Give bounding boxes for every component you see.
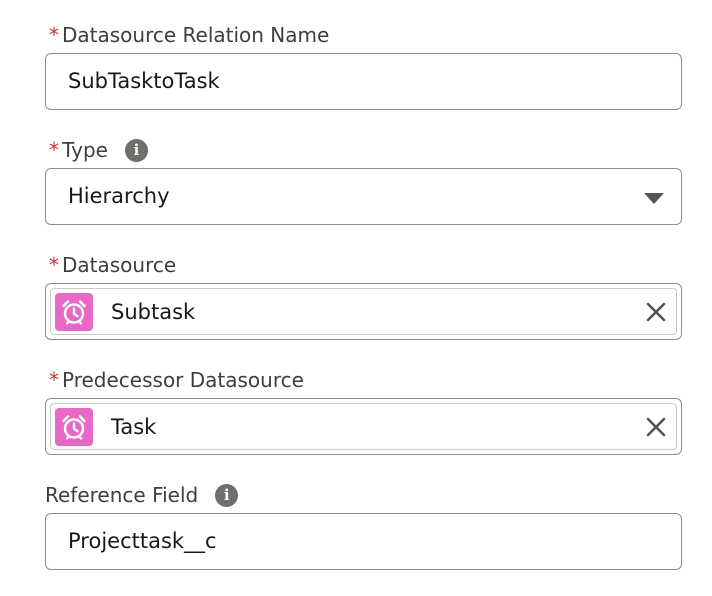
predecessor-pill[interactable]: Task	[50, 403, 677, 450]
reference-field-label-text: Reference Field	[45, 483, 199, 507]
datasource-pill-label: Subtask	[111, 300, 196, 324]
required-marker: *	[49, 253, 59, 277]
info-icon[interactable]: i	[124, 138, 148, 162]
type-label-text: Type	[62, 138, 108, 162]
chevron-down-icon[interactable]	[644, 193, 664, 204]
datasource-lookup[interactable]: Subtask	[45, 283, 682, 340]
type-select-value: Hierarchy	[68, 184, 170, 208]
alarm-clock-icon	[55, 293, 93, 331]
required-marker: *	[49, 23, 59, 47]
relation-name-label: * Datasource Relation Name	[49, 22, 329, 48]
reference-field-label: Reference Field i	[45, 482, 239, 508]
required-marker: *	[49, 138, 59, 162]
close-icon[interactable]	[642, 298, 670, 326]
reference-field-value: Projecttask__c	[68, 529, 217, 553]
relation-name-value: SubTasktoTask	[68, 69, 220, 93]
alarm-clock-icon	[55, 408, 93, 446]
predecessor-label-text: Predecessor Datasource	[62, 368, 304, 392]
type-label: * Type i	[49, 137, 148, 163]
relation-name-input[interactable]: SubTasktoTask	[45, 53, 682, 110]
info-icon[interactable]: i	[215, 483, 239, 507]
reference-field-input[interactable]: Projecttask__c	[45, 513, 682, 570]
predecessor-pill-label: Task	[111, 415, 157, 439]
close-icon[interactable]	[642, 413, 670, 441]
datasource-pill[interactable]: Subtask	[50, 288, 677, 335]
required-marker: *	[49, 368, 59, 392]
datasource-label-text: Datasource	[62, 253, 177, 277]
datasource-label: * Datasource	[49, 252, 176, 278]
relation-name-label-text: Datasource Relation Name	[62, 23, 330, 47]
predecessor-lookup[interactable]: Task	[45, 398, 682, 455]
type-select[interactable]: Hierarchy	[45, 168, 682, 225]
predecessor-label: * Predecessor Datasource	[49, 367, 304, 393]
